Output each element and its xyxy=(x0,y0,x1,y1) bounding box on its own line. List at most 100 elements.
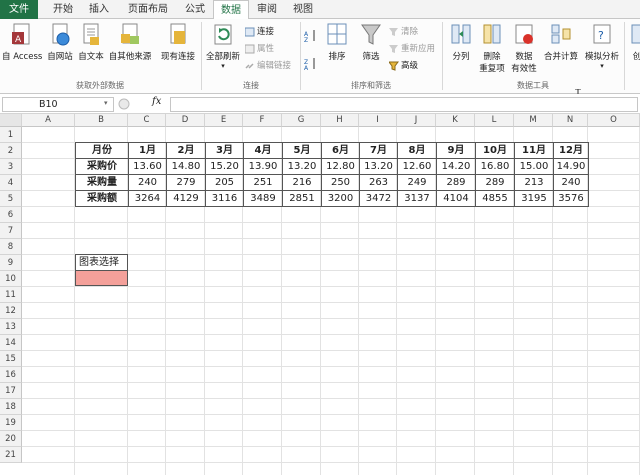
table-cell[interactable]: 250 xyxy=(321,174,360,191)
table-cell[interactable]: 16.80 xyxy=(475,158,515,175)
table-cell[interactable]: 289 xyxy=(475,174,515,191)
from-web-button[interactable]: 自网站 xyxy=(44,22,76,62)
tab-page-layout[interactable]: 页面布局 xyxy=(121,0,175,19)
column-header-g[interactable]: G xyxy=(282,114,321,127)
row-header-19[interactable]: 19 xyxy=(0,415,22,431)
advanced-filter-button[interactable]: 高级 xyxy=(389,59,418,73)
table-cell[interactable]: 213 xyxy=(514,174,554,191)
table-cell[interactable]: 13.20 xyxy=(359,158,398,175)
text-to-columns-button[interactable]: 分列 xyxy=(446,22,476,62)
table-cell[interactable]: 15.20 xyxy=(205,158,244,175)
row-header-5[interactable]: 5 xyxy=(0,191,22,207)
table-cell[interactable]: 14.90 xyxy=(553,158,589,175)
reapply-button[interactable]: 重新应用 xyxy=(389,42,435,56)
table-row-label[interactable]: 采购价 xyxy=(75,158,129,175)
table-header-cell[interactable]: 6月 xyxy=(321,142,360,159)
table-cell[interactable]: 216 xyxy=(282,174,322,191)
table-header-cell[interactable]: 月份 xyxy=(75,142,129,159)
table-header-cell[interactable]: 9月 xyxy=(436,142,476,159)
table-cell[interactable]: 14.80 xyxy=(166,158,206,175)
refresh-all-button[interactable]: 全部刷新 ▾ xyxy=(204,22,242,70)
row-header-13[interactable]: 13 xyxy=(0,319,22,335)
create-group-button[interactable]: 创 xyxy=(627,22,640,62)
from-access-button[interactable]: A 自 Access xyxy=(2,22,42,62)
column-header-c[interactable]: C xyxy=(128,114,166,127)
table-cell[interactable]: 251 xyxy=(243,174,283,191)
tab-view[interactable]: 视图 xyxy=(288,0,318,19)
row-header-11[interactable]: 11 xyxy=(0,287,22,303)
table-header-cell[interactable]: 2月 xyxy=(166,142,206,159)
column-header-a[interactable]: A xyxy=(22,114,75,127)
name-box[interactable]: B10 xyxy=(2,97,114,112)
table-cell[interactable]: 3472 xyxy=(359,190,398,207)
row-header-21[interactable]: 21 xyxy=(0,447,22,463)
row-header-20[interactable]: 20 xyxy=(0,431,22,447)
column-header-o[interactable]: O xyxy=(588,114,640,127)
connections-button[interactable]: 连接 xyxy=(245,25,274,39)
sort-ascending-button[interactable]: A Z xyxy=(304,29,320,43)
table-header-cell[interactable]: 4月 xyxy=(243,142,283,159)
table-header-cell[interactable]: 5月 xyxy=(282,142,322,159)
select-all-corner[interactable] xyxy=(0,114,22,127)
properties-button[interactable]: 属性 xyxy=(245,42,274,56)
table-header-cell[interactable]: 12月 xyxy=(553,142,589,159)
row-header-7[interactable]: 7 xyxy=(0,223,22,239)
row-header-18[interactable]: 18 xyxy=(0,399,22,415)
table-cell[interactable]: 13.90 xyxy=(243,158,283,175)
row-header-6[interactable]: 6 xyxy=(0,207,22,223)
tab-file[interactable]: 文件 xyxy=(0,0,38,19)
column-header-j[interactable]: J xyxy=(397,114,436,127)
table-header-cell[interactable]: 1月 xyxy=(128,142,167,159)
name-box-dropdown-icon[interactable]: ▾ xyxy=(104,99,108,107)
column-header-i[interactable]: I xyxy=(359,114,397,127)
column-header-b[interactable]: B xyxy=(75,114,128,127)
clear-filter-button[interactable]: 清除 xyxy=(389,25,418,39)
column-header-k[interactable]: K xyxy=(436,114,475,127)
table-header-cell[interactable]: 7月 xyxy=(359,142,398,159)
table-row-label[interactable]: 采购量 xyxy=(75,174,129,191)
table-cell[interactable]: 205 xyxy=(205,174,244,191)
tab-home[interactable]: 开始 xyxy=(48,0,78,19)
column-header-f[interactable]: F xyxy=(243,114,282,127)
table-cell[interactable]: 263 xyxy=(359,174,398,191)
table-cell[interactable]: 3489 xyxy=(243,190,283,207)
consolidate-button[interactable]: 合并计算 xyxy=(542,22,580,62)
table-cell[interactable]: 15.00 xyxy=(514,158,554,175)
selected-cell-b10[interactable] xyxy=(75,270,128,286)
table-cell[interactable]: 3200 xyxy=(321,190,360,207)
data-validation-button[interactable]: 数据 有效性 xyxy=(508,22,540,74)
table-cell[interactable]: 3576 xyxy=(553,190,589,207)
from-text-button[interactable]: 自文本 xyxy=(76,22,106,62)
row-header-4[interactable]: 4 xyxy=(0,175,22,191)
column-header-m[interactable]: M xyxy=(514,114,553,127)
table-cell[interactable]: 2851 xyxy=(282,190,322,207)
tab-data[interactable]: 数据 xyxy=(213,0,249,20)
table-cell[interactable]: 240 xyxy=(128,174,167,191)
existing-connections-button[interactable]: 现有连接 xyxy=(158,22,198,62)
row-header-1[interactable]: 1 xyxy=(0,127,22,143)
table-header-cell[interactable]: 11月 xyxy=(514,142,554,159)
table-cell[interactable]: 3116 xyxy=(205,190,244,207)
table-cell[interactable]: 12.60 xyxy=(397,158,437,175)
table-cell[interactable]: 4104 xyxy=(436,190,476,207)
filter-button[interactable]: 筛选 xyxy=(356,22,386,62)
table-cell[interactable]: 240 xyxy=(553,174,589,191)
sort-descending-button[interactable]: Z A xyxy=(304,57,320,71)
table-header-cell[interactable]: 8月 xyxy=(397,142,437,159)
table-cell[interactable]: 12.80 xyxy=(321,158,360,175)
row-header-3[interactable]: 3 xyxy=(0,159,22,175)
column-header-n[interactable]: N xyxy=(553,114,588,127)
table-cell[interactable]: 249 xyxy=(397,174,437,191)
sort-button[interactable]: 排序 xyxy=(322,22,352,62)
table-row-label[interactable]: 采购额 xyxy=(75,190,129,207)
table-cell[interactable]: 289 xyxy=(436,174,476,191)
edit-links-button[interactable]: 编辑链接 xyxy=(245,59,291,73)
row-header-16[interactable]: 16 xyxy=(0,367,22,383)
worksheet-grid[interactable]: ABCDEFGHIJKLMNO 1 2 3 4 5 6 7 8 9 10 11 12 13 14 15 16 1… xyxy=(0,114,640,475)
from-other-sources-button[interactable]: 自其他来源 xyxy=(106,22,154,62)
insert-function-button[interactable]: fx xyxy=(152,96,161,107)
table-cell[interactable]: 14.20 xyxy=(436,158,476,175)
row-header-2[interactable]: 2 xyxy=(0,143,22,159)
table-cell[interactable]: 4129 xyxy=(166,190,206,207)
row-header-12[interactable]: 12 xyxy=(0,303,22,319)
